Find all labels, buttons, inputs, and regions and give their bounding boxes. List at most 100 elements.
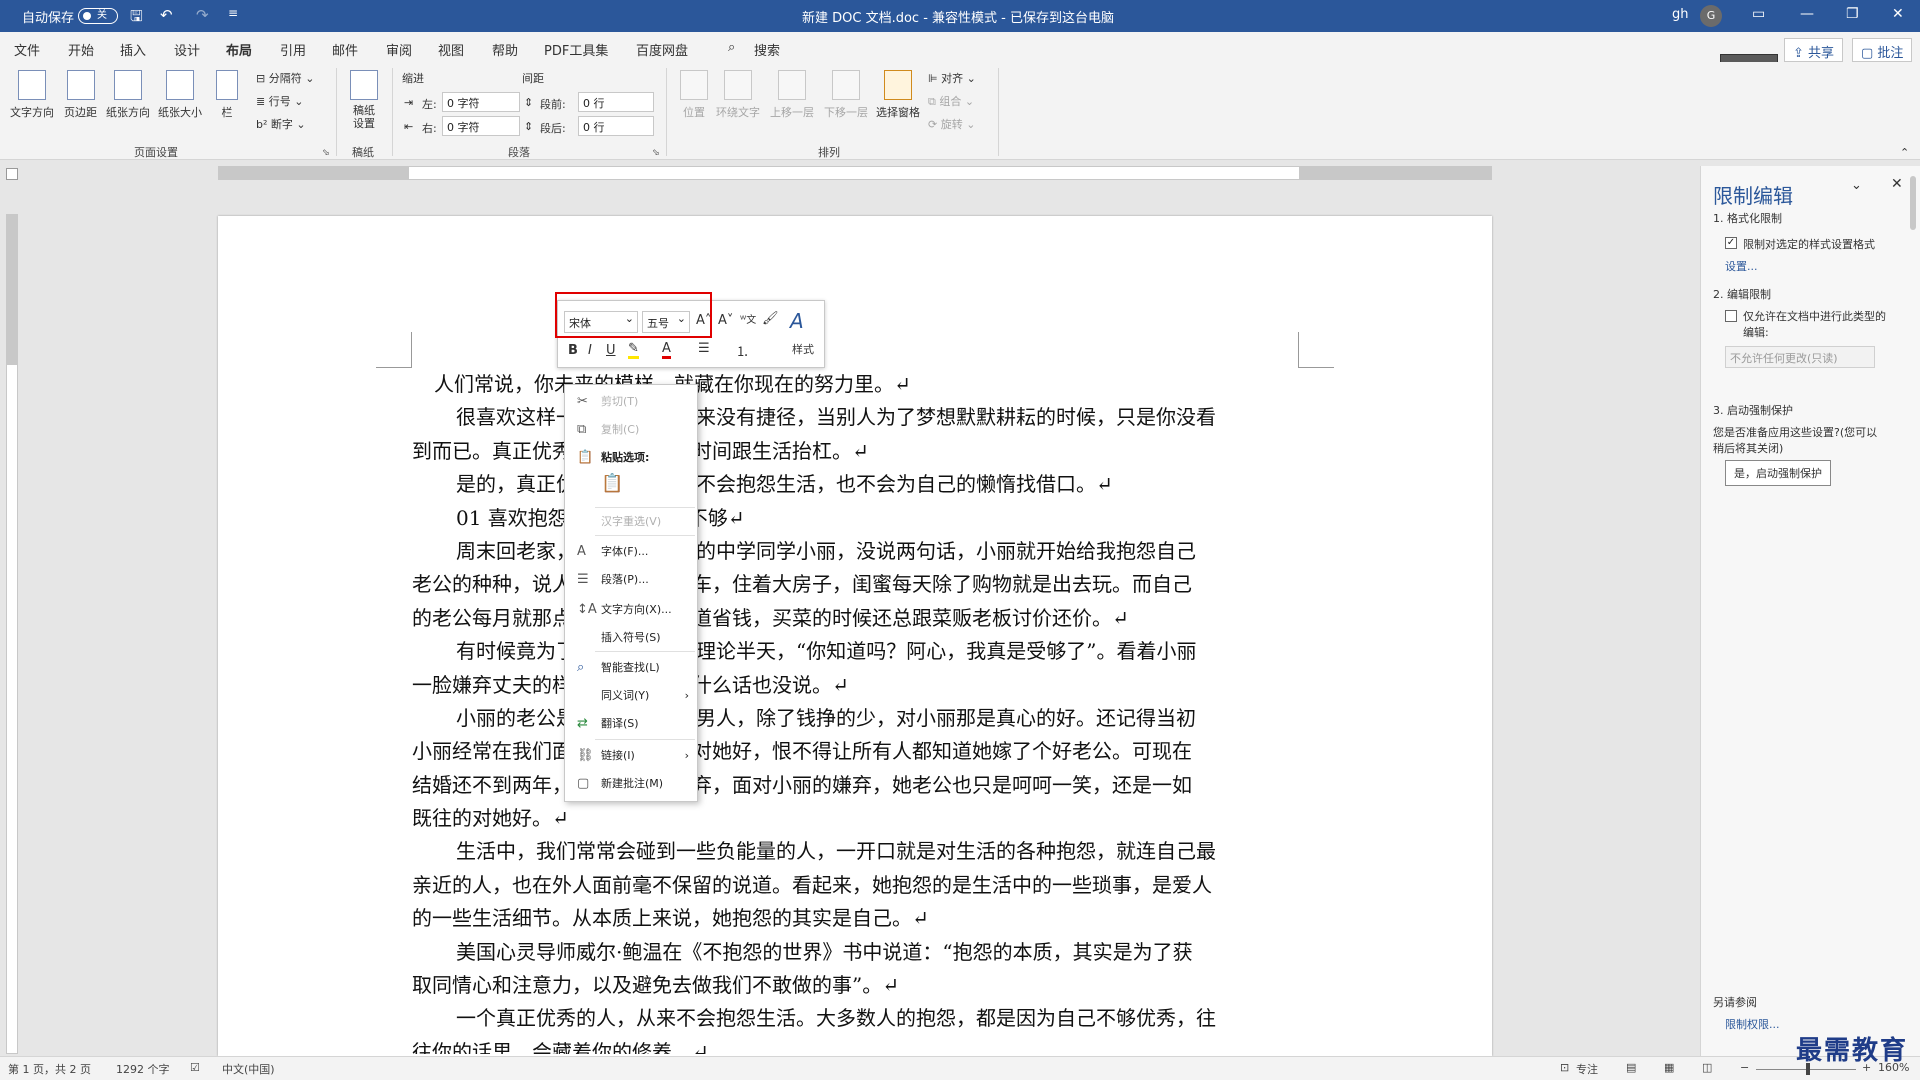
focus-label[interactable]: 专注 — [1576, 1061, 1598, 1077]
paragraph[interactable]: 既往的对她好。↵ — [412, 802, 1298, 835]
paragraph[interactable]: 是的，真正优秀的人，从来不会抱怨生活，也不会为自己的懒惰找借口。↵ — [412, 468, 1298, 501]
word-count[interactable]: 1292 个字 — [116, 1061, 170, 1077]
tab-selector-icon[interactable] — [6, 168, 18, 180]
columns-button[interactable]: 栏 — [216, 70, 238, 120]
spacing-after-input[interactable]: 0 行 — [578, 116, 654, 136]
paragraph[interactable]: 到而已。真正优秀的人，从不花时间跟生活抬杠。↵ — [412, 435, 1298, 468]
draft-setup-button[interactable]: 稿纸 设置 — [350, 70, 378, 130]
indent-right-input[interactable]: 0 字符 — [442, 116, 520, 136]
zoom-out-icon[interactable]: − — [1740, 1061, 1749, 1074]
paragraph[interactable]: 人们常说，你未来的模样，就藏在你现在的努力里。↵ — [412, 368, 1298, 401]
phonetic-guide-icon[interactable]: ᵂ文 — [740, 311, 756, 326]
search-icon[interactable]: ⌕ — [728, 40, 735, 55]
paragraph[interactable]: 结婚还不到两年，就开始各种嫌弃，面对小丽的嫌弃，她老公也只是呵呵一笑，还是一如 — [412, 769, 1298, 802]
menu-item-copy[interactable]: ⧉ 复制(C) — [565, 419, 697, 441]
save-icon[interactable]: 🖫 — [130, 6, 143, 31]
share-button[interactable]: ⇪ 共享 — [1784, 38, 1844, 62]
tab-view[interactable]: 视图 — [438, 40, 464, 59]
paragraph[interactable]: 老公的种种，说人家老公开着豪车，住着大房子，闺蜜每天除了购物就是出去玩。而自己 — [412, 568, 1298, 601]
minimize-icon[interactable]: — — [1800, 6, 1814, 22]
horizontal-ruler[interactable] — [218, 166, 1492, 180]
spacing-before-input[interactable]: 0 行 — [578, 92, 654, 112]
paragraph-launcher-icon[interactable]: ⬂ — [652, 148, 660, 158]
paragraph[interactable]: 美国心灵导师威尔·鲍温在《不抱怨的世界》书中说道：“抱怨的本质，其实是为了获 — [412, 936, 1298, 969]
restore-icon[interactable]: ❐ — [1846, 6, 1859, 22]
page-setup-launcher-icon[interactable]: ⬂ — [322, 148, 330, 158]
line-numbers-button[interactable]: ≣ 行号 ⌄ — [256, 93, 303, 109]
paragraph[interactable]: 取同情心和注意力，以及避免去做我们不敢做的事”。↵ — [412, 969, 1298, 1002]
tab-design[interactable]: 设计 — [174, 40, 200, 59]
ribbon-display-icon[interactable]: ▭ — [1752, 6, 1765, 22]
group-button[interactable]: ⧉ 组合 ⌄ — [928, 93, 974, 109]
read-mode-icon[interactable]: ▤ — [1626, 1061, 1636, 1074]
send-backward-button[interactable]: 下移一层 — [824, 70, 868, 120]
menu-item-synonyms[interactable]: 同义词(Y) › — [565, 685, 697, 707]
menu-item-font[interactable]: A 字体(F)... — [565, 541, 697, 563]
pane-close-icon[interactable]: ✕ — [1891, 176, 1903, 192]
paragraph[interactable]: 的老公每月就那点死工资，就知道省钱，买菜的时候还总跟菜贩老板讨价还价。↵ — [412, 602, 1298, 635]
hyphenation-button[interactable]: b² 断字 ⌄ — [256, 116, 306, 132]
undo-icon[interactable]: ↶ — [160, 6, 173, 24]
rotate-button[interactable]: ⟳ 旋转 ⌄ — [928, 116, 975, 132]
paragraph[interactable]: 一个真正优秀的人，从来不会抱怨生活。大多数人的抱怨，都是因为自己不够优秀，往 — [412, 1002, 1298, 1035]
position-button[interactable]: 位置 — [680, 70, 708, 120]
size-button[interactable]: 纸张大小 — [158, 70, 202, 120]
tab-references[interactable]: 引用 — [280, 40, 306, 59]
paragraph[interactable]: 一脸嫌弃丈夫的样子，我笑笑，什么话也没说。↵ — [412, 669, 1298, 702]
redo-icon[interactable]: ↷ — [196, 6, 209, 24]
underline-icon[interactable]: U — [606, 343, 616, 358]
customize-qat-icon[interactable]: ≡ — [228, 6, 238, 20]
heading-paragraph[interactable]: 01 喜欢抱怨的人，是修养不够↵ — [412, 502, 1298, 535]
margins-button[interactable]: 页边距 — [64, 70, 97, 120]
collapse-ribbon-icon[interactable]: ⌃ — [1900, 146, 1909, 159]
formatting-restriction-checkbox[interactable]: ✓ — [1725, 237, 1737, 249]
pane-scrollbar[interactable] — [1910, 176, 1916, 230]
settings-link[interactable]: 设置... — [1725, 258, 1758, 274]
editing-type-select[interactable]: 不允许任何更改(只读) — [1725, 346, 1875, 368]
format-painter-icon[interactable]: 🖌 — [762, 311, 779, 326]
align-button[interactable]: ⊫ 对齐 ⌄ — [928, 70, 976, 86]
menu-item-cut[interactable]: ✂ 剪切(T) — [565, 391, 697, 413]
numbering-icon[interactable]: ⒈ — [736, 341, 749, 360]
menu-item-new-comment[interactable]: ▢ 新建批注(M) — [565, 773, 697, 795]
tab-insert[interactable]: 插入 — [120, 40, 146, 59]
paragraph[interactable]: 的一些生活细节。从本质上来说，她抱怨的其实是自己。↵ — [412, 902, 1298, 935]
pane-options-icon[interactable]: ⌄ — [1851, 178, 1862, 193]
web-layout-icon[interactable]: ◫ — [1702, 1061, 1712, 1074]
paragraph[interactable]: 小丽经常在我们面前炫耀他如何对她好，恨不得让所有人都知道她嫁了个好老公。可现在 — [412, 735, 1298, 768]
tab-baidu-netdisk[interactable]: 百度网盘 — [636, 40, 688, 59]
proofing-icon[interactable]: ☑ — [190, 1061, 200, 1074]
paragraph[interactable]: 有时候竟为了一毛钱跟人家理论半天，“你知道吗？阿心，我真是受够了”。看着小丽 — [412, 635, 1298, 668]
highlight-icon[interactable]: ✎ — [628, 341, 639, 359]
bold-icon[interactable]: B — [568, 343, 578, 358]
start-protection-button[interactable]: 是，启动强制保护 — [1725, 460, 1831, 486]
bring-forward-button[interactable]: 上移一层 — [770, 70, 814, 120]
avatar[interactable]: G — [1700, 5, 1722, 27]
editing-restriction-checkbox[interactable] — [1725, 310, 1737, 322]
wrap-text-button[interactable]: 环绕文字 — [716, 70, 760, 120]
paragraph[interactable]: 生活中，我们常常会碰到一些负能量的人，一开口就是对生活的各种抱怨，就连自己最 — [412, 835, 1298, 868]
autosave-toggle[interactable]: 关 — [78, 8, 118, 24]
menu-item-translate[interactable]: ⇄ 翻译(S) — [565, 713, 697, 735]
bullets-icon[interactable]: ☰ — [698, 341, 710, 356]
restrict-permission-link[interactable]: 限制权限... — [1725, 1016, 1780, 1032]
menu-item-smart-lookup[interactable]: ⌕ 智能查找(L) — [565, 657, 697, 679]
tab-mailings[interactable]: 邮件 — [332, 40, 358, 59]
tab-pdf-tools[interactable]: PDF工具集 — [544, 40, 608, 59]
language-indicator[interactable]: 中文(中国) — [222, 1061, 275, 1077]
breaks-button[interactable]: ⊟ 分隔符 ⌄ — [256, 70, 314, 86]
selection-pane-button[interactable]: 选择窗格 — [876, 70, 920, 120]
shrink-font-icon[interactable]: A˅ — [718, 313, 733, 328]
paste-keep-text-only-button[interactable]: 📋 — [565, 473, 697, 503]
tab-help[interactable]: 帮助 — [492, 40, 518, 59]
vertical-ruler[interactable] — [6, 214, 18, 1054]
document-body[interactable]: 人们常说，你未来的模样，就藏在你现在的努力里。↵ 很喜欢这样一句话：成长从来没有… — [412, 368, 1298, 1054]
user-name[interactable]: gh — [1672, 7, 1689, 22]
paragraph[interactable]: 亲近的人，也在外人面前毫不保留的说道。看起来，她抱怨的是生活中的一些琐事，是爱人 — [412, 869, 1298, 902]
menu-item-paragraph[interactable]: ☰ 段落(P)... — [565, 569, 697, 591]
print-layout-icon[interactable]: ▦ — [1664, 1061, 1674, 1074]
page-count[interactable]: 第 1 页，共 2 页 — [8, 1061, 91, 1077]
paragraph[interactable]: 往你的话里，会藏着你的修养。↵ — [412, 1036, 1298, 1054]
menu-item-text-direction[interactable]: ↕A 文字方向(X)... — [565, 599, 697, 621]
document-page[interactable]: 人们常说，你未来的模样，就藏在你现在的努力里。↵ 很喜欢这样一句话：成长从来没有… — [218, 216, 1492, 1056]
